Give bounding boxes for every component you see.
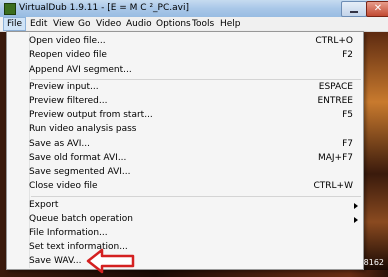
menu-item-preview-filtered[interactable]: Preview filtered... ENTREE: [7, 95, 363, 109]
menu-item-shortcut: CTRL+W: [313, 181, 354, 191]
menu-item-export[interactable]: Export: [7, 199, 363, 213]
menu-item-preview-output[interactable]: Preview output from start... F5: [7, 109, 363, 123]
menu-item-save-as-avi[interactable]: Save as AVI... F7: [7, 138, 363, 152]
menu-item-close-video-file[interactable]: Close video file CTRL+W: [7, 180, 363, 194]
menu-file[interactable]: File: [3, 17, 27, 31]
submenu-arrow-icon: [354, 203, 358, 209]
menu-go[interactable]: Go: [75, 17, 93, 31]
menu-view[interactable]: View: [50, 17, 77, 31]
menu-item-label: File Information...: [29, 228, 108, 238]
submenu-arrow-icon: [354, 217, 358, 223]
menu-item-shortcut: F2: [342, 50, 353, 60]
menu-item-label: Save as AVI...: [29, 139, 90, 149]
menu-item-shortcut: ESPACE: [318, 82, 353, 92]
menu-item-label: Append AVI segment...: [29, 65, 132, 75]
close-button[interactable]: ✕: [366, 1, 388, 17]
menu-item-append-avi-segment[interactable]: Append AVI segment...: [7, 64, 363, 78]
menu-item-set-text-information[interactable]: Set text information...: [7, 241, 363, 255]
menu-item-queue-batch-operation[interactable]: Queue batch operation: [7, 213, 363, 227]
menu-bar: File Edit View Go Video Audio Options To…: [0, 17, 388, 32]
menu-item-label: Preview output from start...: [29, 110, 153, 120]
menu-item-shortcut: F7: [342, 139, 353, 149]
file-menu-dropdown: Open video file... CTRL+O Reopen video f…: [6, 31, 364, 270]
menu-item-shortcut: F5: [342, 110, 353, 120]
menu-edit[interactable]: Edit: [27, 17, 50, 31]
menu-item-shortcut: CTRL+O: [315, 36, 353, 46]
menu-item-file-information[interactable]: File Information...: [7, 227, 363, 241]
menu-separator: [31, 79, 361, 80]
app-icon: [4, 3, 16, 15]
window-title: VirtualDub 1.9.11 - [E = M C ²_PC.avi]: [19, 3, 189, 13]
menu-item-label: Reopen video file: [29, 50, 107, 60]
menu-item-save-old-format-avi[interactable]: Save old format AVI... MAJ+F7: [7, 152, 363, 166]
frame-counter: 8162: [363, 258, 384, 267]
menu-item-label: Open video file...: [29, 36, 106, 46]
menu-video[interactable]: Video: [93, 17, 124, 31]
menu-item-open-video-file[interactable]: Open video file... CTRL+O: [7, 35, 363, 49]
menu-item-label: Close video file: [29, 181, 98, 191]
menu-item-preview-input[interactable]: Preview input... ESPACE: [7, 81, 363, 95]
menu-help[interactable]: Help: [217, 17, 244, 31]
menu-item-label: Run video analysis pass: [29, 124, 137, 134]
menu-item-label: Save old format AVI...: [29, 153, 127, 163]
menu-item-label: Save WAV...: [29, 256, 82, 266]
menu-item-save-wav[interactable]: Save WAV...: [7, 255, 363, 269]
menu-item-label: Save segmented AVI...: [29, 167, 131, 177]
minimize-button[interactable]: [341, 1, 367, 17]
menu-audio[interactable]: Audio: [123, 17, 155, 31]
title-bar: VirtualDub 1.9.11 - [E = M C ²_PC.avi] ✕: [0, 0, 388, 18]
menu-item-run-video-analysis[interactable]: Run video analysis pass: [7, 123, 363, 137]
menu-item-label: Preview input...: [29, 82, 99, 92]
menu-item-save-segmented-avi[interactable]: Save segmented AVI...: [7, 166, 363, 180]
menu-separator: [31, 196, 361, 197]
red-arrow-icon: [86, 248, 135, 274]
menu-item-shortcut: MAJ+F7: [317, 153, 353, 163]
menu-item-label: Queue batch operation: [29, 214, 133, 224]
menu-item-label: Export: [29, 200, 59, 210]
menu-item-reopen-video-file[interactable]: Reopen video file F2: [7, 49, 363, 63]
menu-tools[interactable]: Tools: [189, 17, 217, 31]
menu-item-label: Preview filtered...: [29, 96, 108, 106]
menu-item-shortcut: ENTREE: [317, 96, 353, 106]
menu-options[interactable]: Options: [153, 17, 194, 31]
